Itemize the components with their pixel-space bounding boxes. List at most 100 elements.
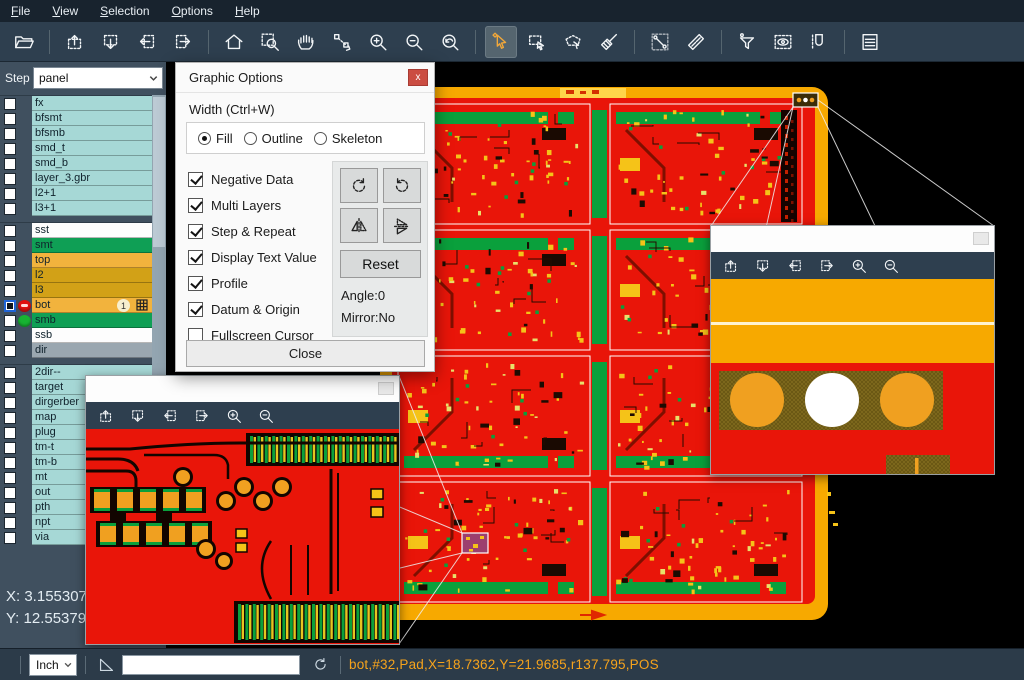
- view-object-button[interactable]: [767, 26, 799, 58]
- shift-down-button[interactable]: [750, 254, 776, 278]
- layer-row-l2[interactable]: l2: [0, 268, 152, 283]
- checkbox-box[interactable]: [188, 276, 203, 291]
- reset-button[interactable]: Reset: [340, 250, 421, 278]
- checkbox-negative-data[interactable]: Negative Data: [188, 166, 317, 192]
- layer-row-smd_b[interactable]: smd_b: [0, 156, 152, 171]
- layer-name-label[interactable]: fx: [32, 96, 152, 111]
- home-button[interactable]: [218, 26, 250, 58]
- preview-window-button[interactable]: [973, 232, 989, 245]
- menu-selection[interactable]: Selection: [89, 0, 160, 22]
- shift-up-button[interactable]: [93, 404, 119, 428]
- checkbox-profile[interactable]: Profile: [188, 270, 317, 296]
- layer-visibility-checkbox[interactable]: [4, 240, 16, 252]
- layer-visibility-checkbox[interactable]: [4, 158, 16, 170]
- layer-visibility-checkbox[interactable]: [4, 113, 16, 125]
- layer-row-smd_t[interactable]: smd_t: [0, 141, 152, 156]
- layer-visibility-checkbox[interactable]: [4, 203, 16, 215]
- layer-visibility-checkbox[interactable]: [4, 300, 16, 312]
- layer-row-dir[interactable]: dir: [0, 343, 152, 358]
- preview-title-bar[interactable]: [86, 376, 399, 402]
- layers-panel-button[interactable]: [854, 26, 886, 58]
- unit-select[interactable]: Inch: [29, 654, 77, 676]
- flip-v-button[interactable]: [383, 208, 421, 243]
- layer-name-label[interactable]: bfsmb: [32, 126, 152, 141]
- shift-right-button[interactable]: [189, 404, 215, 428]
- zoom-preview-window-left[interactable]: [85, 375, 400, 645]
- shift-down-button[interactable]: [125, 404, 151, 428]
- rotate-ccw-button[interactable]: [383, 168, 421, 203]
- shift-right-button[interactable]: [814, 254, 840, 278]
- preview-title-bar[interactable]: [711, 226, 994, 252]
- shift-down-button[interactable]: [95, 26, 127, 58]
- refresh-icon[interactable]: [308, 653, 332, 677]
- layer-visibility-checkbox[interactable]: [4, 128, 16, 140]
- zoom-in-button[interactable]: [846, 254, 872, 278]
- layer-row-l3[interactable]: l3: [0, 283, 152, 298]
- preview-window-button[interactable]: [378, 382, 394, 395]
- layer-name-label[interactable]: l2+1: [32, 186, 152, 201]
- checkbox-display-text-value[interactable]: Display Text Value: [188, 244, 317, 270]
- layer-name-label[interactable]: bfsmt: [32, 111, 152, 126]
- layer-name-label[interactable]: smd_b: [32, 156, 152, 171]
- zoom-out-button[interactable]: [253, 404, 279, 428]
- layer-visibility-checkbox[interactable]: [4, 472, 16, 484]
- shift-up-button[interactable]: [718, 254, 744, 278]
- measure-ruler-button[interactable]: [680, 26, 712, 58]
- layer-visibility-checkbox[interactable]: [4, 255, 16, 267]
- checkbox-datum-origin[interactable]: Datum & Origin: [188, 296, 317, 322]
- layer-visibility-checkbox[interactable]: [4, 315, 16, 327]
- layer-name-label[interactable]: sst: [32, 223, 152, 238]
- layer-visibility-checkbox[interactable]: [4, 188, 16, 200]
- layer-name-label[interactable]: smd_t: [32, 141, 152, 156]
- layer-visibility-checkbox[interactable]: [4, 173, 16, 185]
- shift-right-button[interactable]: [167, 26, 199, 58]
- layer-visibility-checkbox[interactable]: [4, 427, 16, 439]
- checkbox-step-repeat[interactable]: Step & Repeat: [188, 218, 317, 244]
- zoom-window-button[interactable]: [254, 26, 286, 58]
- layer-visibility-checkbox[interactable]: [4, 270, 16, 282]
- checkbox-box[interactable]: [188, 302, 203, 317]
- layer-name-label[interactable]: l3+1: [32, 201, 152, 216]
- select-rect-button[interactable]: [521, 26, 553, 58]
- radio-skeleton[interactable]: Skeleton: [314, 131, 383, 146]
- layer-name-label[interactable]: smb: [32, 313, 152, 328]
- dialog-title-bar[interactable]: Graphic Options x: [176, 63, 434, 93]
- menu-options[interactable]: Options: [161, 0, 224, 22]
- clean-button[interactable]: [593, 26, 625, 58]
- dialog-close-icon[interactable]: x: [408, 69, 428, 86]
- layer-name-label[interactable]: l3: [32, 283, 152, 298]
- select-button[interactable]: [485, 26, 517, 58]
- radio-circle[interactable]: [198, 132, 211, 145]
- layer-visibility-checkbox[interactable]: [4, 442, 16, 454]
- layer-row-fx[interactable]: fx: [0, 96, 152, 111]
- layer-visibility-checkbox[interactable]: [4, 98, 16, 110]
- shift-left-button[interactable]: [782, 254, 808, 278]
- shift-left-button[interactable]: [131, 26, 163, 58]
- layer-row-smb[interactable]: smb: [0, 313, 152, 328]
- radio-outline[interactable]: Outline: [244, 131, 303, 146]
- layer-visibility-checkbox[interactable]: [4, 532, 16, 544]
- layer-name-label[interactable]: layer_3.gbr: [32, 171, 152, 186]
- layer-visibility-checkbox[interactable]: [4, 487, 16, 499]
- layer-name-label[interactable]: ssb: [32, 328, 152, 343]
- layer-name-label[interactable]: top: [32, 253, 152, 268]
- layer-visibility-checkbox[interactable]: [4, 382, 16, 394]
- zoom-in-button[interactable]: [362, 26, 394, 58]
- shift-left-button[interactable]: [157, 404, 183, 428]
- checkbox-box[interactable]: [188, 224, 203, 239]
- filter-button[interactable]: [731, 26, 763, 58]
- layer-scrollbar-thumb[interactable]: [153, 97, 165, 247]
- layer-row-l3+1[interactable]: l3+1: [0, 201, 152, 216]
- layer-visibility-checkbox[interactable]: [4, 345, 16, 357]
- zoom-in-button[interactable]: [221, 404, 247, 428]
- layer-visibility-checkbox[interactable]: [4, 412, 16, 424]
- zoom-out-button[interactable]: [878, 254, 904, 278]
- flip-h-button[interactable]: [340, 208, 378, 243]
- radio-fill[interactable]: Fill: [198, 131, 233, 146]
- layer-visibility-checkbox[interactable]: [4, 517, 16, 529]
- measure-line-button[interactable]: [644, 26, 676, 58]
- layer-visibility-checkbox[interactable]: [4, 457, 16, 469]
- move-vertex-button[interactable]: [326, 26, 358, 58]
- layer-visibility-checkbox[interactable]: [4, 397, 16, 409]
- layer-name-label[interactable]: bot1: [32, 298, 152, 313]
